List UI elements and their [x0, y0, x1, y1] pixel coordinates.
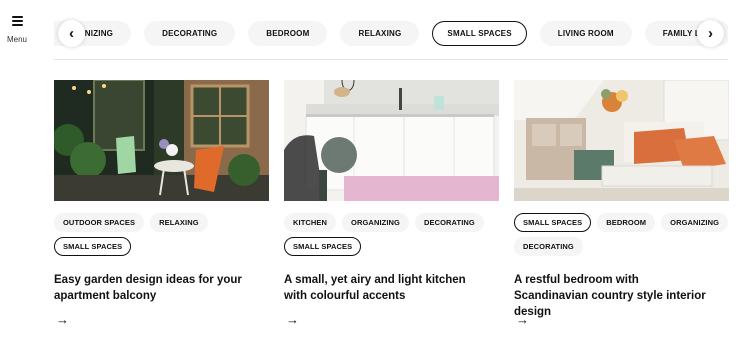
- scroll-right-button[interactable]: ›: [697, 20, 724, 47]
- tag-small-spaces[interactable]: SMALL SPACES: [54, 237, 132, 256]
- arrow-right-icon[interactable]: →: [516, 312, 529, 327]
- tag-organizing[interactable]: ORGANIZING: [661, 213, 729, 232]
- white-kitchen-photo[interactable]: [284, 80, 499, 201]
- tag-kitchen[interactable]: KITCHEN: [284, 213, 337, 232]
- article-title[interactable]: A restful bedroom with Scandinavian coun…: [514, 272, 714, 320]
- tag-organizing[interactable]: ORGANIZING: [342, 213, 409, 232]
- scandinavian-bedroom-photo[interactable]: [514, 80, 729, 201]
- tag-outdoor-spaces[interactable]: OUTDOOR SPACES: [54, 213, 145, 232]
- divider: [54, 59, 728, 60]
- tag-list: SMALL SPACES BEDROOM ORGANIZING DECORATING: [514, 213, 729, 256]
- article-title[interactable]: A small, yet airy and light kitchen with…: [284, 272, 484, 304]
- tag-small-spaces[interactable]: SMALL SPACES: [514, 213, 592, 232]
- menu-button[interactable]: Menu: [4, 16, 30, 44]
- filter-chip-bedroom[interactable]: BEDROOM: [248, 21, 328, 46]
- tag-small-spaces[interactable]: SMALL SPACES: [284, 237, 362, 256]
- article-card[interactable]: KITCHEN ORGANIZING DECORATING SMALL SPACES …: [284, 80, 499, 327]
- topic-chip-track: ORGANIZING DECORATING BEDROOM RELAXING SMALL…: [54, 21, 728, 46]
- tag-decorating[interactable]: DECORATING: [414, 213, 484, 232]
- menu-label: Menu: [6, 35, 27, 44]
- article-card-list: OUTDOOR SPACES RELAXING SMALL SPACES Easy …: [54, 80, 729, 327]
- tag-list: KITCHEN ORGANIZING DECORATING SMALL SPACES: [284, 213, 499, 256]
- tag-list: OUTDOOR SPACES RELAXING SMALL SPACES: [54, 213, 269, 256]
- filter-chip-relaxing[interactable]: RELAXING: [340, 21, 420, 46]
- arrow-right-icon[interactable]: →: [56, 312, 69, 327]
- filter-chip-living-room[interactable]: LIVING ROOM: [539, 21, 632, 46]
- article-card[interactable]: OUTDOOR SPACES RELAXING SMALL SPACES Easy …: [54, 80, 269, 327]
- chevron-left-icon: ‹: [69, 25, 74, 42]
- chevron-right-icon: ›: [708, 25, 713, 42]
- article-card[interactable]: SMALL SPACES BEDROOM ORGANIZING DECORATING …: [514, 80, 729, 327]
- filter-chip-small-spaces[interactable]: SMALL SPACES: [432, 21, 527, 46]
- arrow-right-icon[interactable]: →: [286, 312, 299, 327]
- filter-chip-decorating[interactable]: DECORATING: [144, 21, 236, 46]
- tag-decorating[interactable]: DECORATING: [514, 237, 583, 256]
- article-title[interactable]: Easy garden design ideas for your apartm…: [54, 272, 254, 304]
- tag-relaxing[interactable]: RELAXING: [150, 213, 208, 232]
- hamburger-icon: [11, 16, 23, 26]
- garden-balcony-photo[interactable]: [54, 80, 269, 201]
- topic-filter-bar: ORGANIZING DECORATING BEDROOM RELAXING SMALL…: [54, 21, 728, 47]
- tag-bedroom[interactable]: BEDROOM: [597, 213, 656, 232]
- scroll-left-button[interactable]: ‹: [58, 20, 85, 47]
